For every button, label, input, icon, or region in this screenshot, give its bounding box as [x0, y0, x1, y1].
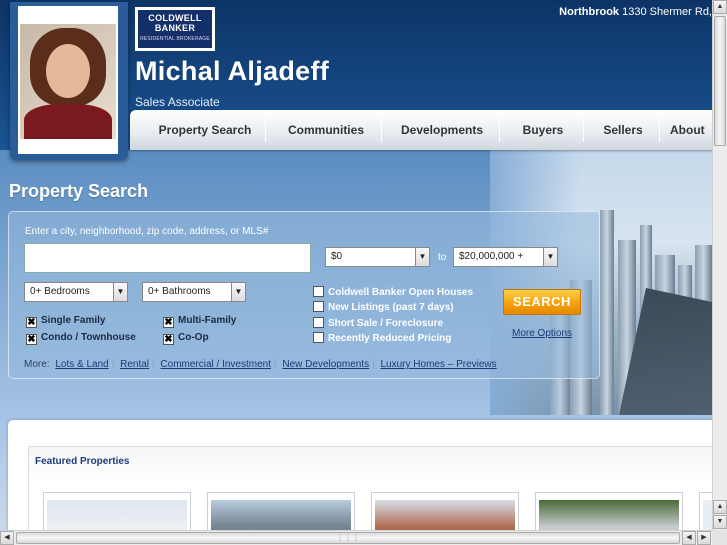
featured-properties-box: Featured Properties	[28, 446, 712, 530]
logo-line-1: COLDWELL	[148, 13, 202, 23]
dropdown-arrow-icon: ▼	[543, 248, 557, 266]
more-links-row: More: Lots & Land | Rental | Commercial / …	[24, 359, 497, 370]
filter-new-listings[interactable]: New Listings (past 7 days)	[313, 301, 454, 313]
logo-line-2: BANKER	[154, 23, 196, 33]
logo-line-3: RESIDENTIAL BROKERAGE	[140, 36, 210, 42]
nav-about[interactable]: About	[670, 110, 712, 150]
vertical-scrollbar[interactable]: ▲ ▲ ▼	[712, 0, 727, 530]
scroll-left-icon[interactable]: ◀	[0, 531, 14, 545]
agent-photo	[18, 6, 118, 154]
featured-property-thumb[interactable]	[371, 492, 519, 530]
type-label: Condo / Townhouse	[41, 332, 136, 343]
checkbox-unchecked[interactable]	[313, 332, 324, 343]
type-label: Single Family	[41, 315, 106, 326]
checkbox-unchecked[interactable]	[313, 317, 324, 328]
office-address: 1330 Shermer Rd,	[622, 6, 712, 18]
search-button[interactable]: SEARCH	[503, 289, 581, 315]
type-single-family[interactable]: ✖ Single Family	[26, 315, 105, 328]
scrollbar-corner	[712, 530, 727, 545]
price-min-select[interactable]: $0 ▼	[325, 247, 430, 267]
more-options-link[interactable]: More Options	[512, 328, 572, 339]
checkbox-checked-icon[interactable]: ✖	[26, 317, 37, 328]
scroll-up-icon[interactable]: ▲	[713, 0, 727, 14]
nav-property-search[interactable]: Property Search	[140, 110, 270, 150]
office-info: Northbrook 1330 Shermer Rd,	[559, 6, 712, 18]
filter-label: Coldwell Banker Open Houses	[328, 287, 474, 298]
more-link-lots-land[interactable]: Lots & Land	[55, 359, 108, 370]
price-max-value: $20,000,000 +	[459, 251, 524, 262]
dropdown-arrow-icon: ▼	[113, 283, 127, 301]
scroll-down-icon[interactable]: ▼	[713, 515, 727, 529]
price-to-label: to	[438, 252, 447, 263]
scroll-right-icon[interactable]: ▶	[697, 531, 711, 545]
more-link-commercial[interactable]: Commercial / Investment	[160, 359, 271, 370]
horizontal-scrollbar[interactable]: ◀ ⋮⋮⋮ ◀ ▶	[0, 530, 712, 545]
featured-property-thumb[interactable]	[699, 492, 712, 530]
bathrooms-value: 0+ Bathrooms	[148, 286, 211, 297]
checkbox-unchecked[interactable]	[313, 301, 324, 312]
type-label: Co-Op	[178, 332, 209, 343]
dropdown-arrow-icon: ▼	[231, 283, 245, 301]
filter-reduced-pricing[interactable]: Recently Reduced Pricing	[313, 332, 451, 344]
price-min-value: $0	[331, 251, 343, 262]
more-link-luxury-homes[interactable]: Luxury Homes – Previews	[381, 359, 497, 370]
coldwell-banker-logo[interactable]: COLDWELL BANKER RESIDENTIAL BROKERAGE	[135, 7, 215, 51]
checkbox-checked-icon[interactable]: ✖	[26, 334, 37, 345]
scroll-left-icon[interactable]: ◀	[682, 531, 696, 545]
price-max-select[interactable]: $20,000,000 + ▼	[453, 247, 558, 267]
bedrooms-select[interactable]: 0+ Bedrooms ▼	[24, 282, 128, 302]
search-hint: Enter a city, neighborhood, zip code, ad…	[25, 226, 269, 237]
more-link-rental[interactable]: Rental	[120, 359, 149, 370]
office-city: Northbrook	[559, 6, 620, 18]
nav-sellers[interactable]: Sellers	[588, 110, 658, 150]
more-label: More:	[24, 359, 50, 370]
type-label: Multi-Family	[178, 315, 237, 326]
nav-communities[interactable]: Communities	[270, 110, 382, 150]
type-co-op[interactable]: ✖ Co-Op	[163, 332, 209, 345]
type-condo-townhouse[interactable]: ✖ Condo / Townhouse	[26, 332, 136, 345]
main-nav: Property Search Communities Developments…	[130, 110, 712, 150]
featured-section: Featured Properties	[8, 420, 712, 530]
filter-label: New Listings (past 7 days)	[328, 302, 454, 313]
checkbox-checked-icon[interactable]: ✖	[163, 317, 174, 328]
nav-developments[interactable]: Developments	[386, 110, 498, 150]
more-link-new-developments[interactable]: New Developments	[282, 359, 369, 370]
agent-name: Michal Aljadeff	[135, 56, 330, 86]
featured-property-thumb[interactable]	[535, 492, 683, 530]
bathrooms-select[interactable]: 0+ Bathrooms ▼	[142, 282, 246, 302]
search-panel: Enter a city, neighborhood, zip code, ad…	[8, 211, 600, 379]
agent-photo-frame	[10, 2, 128, 160]
page-viewport: COLDWELL BANKER RESIDENTIAL BROKERAGE Mi…	[0, 0, 712, 530]
property-search-title: Property Search	[9, 181, 149, 201]
checkbox-unchecked[interactable]	[313, 286, 324, 297]
nav-buyers[interactable]: Buyers	[504, 110, 582, 150]
filter-short-sale[interactable]: Short Sale / Foreclosure	[313, 317, 443, 329]
vertical-scroll-thumb[interactable]	[714, 16, 726, 146]
horizontal-scroll-thumb[interactable]: ⋮⋮⋮	[16, 532, 680, 544]
filter-label: Recently Reduced Pricing	[328, 333, 452, 344]
featured-property-thumb[interactable]	[207, 492, 355, 530]
bedrooms-value: 0+ Bedrooms	[30, 286, 90, 297]
scroll-up-icon[interactable]: ▲	[713, 500, 727, 514]
dropdown-arrow-icon: ▼	[415, 248, 429, 266]
agent-title: Sales Associate	[135, 95, 220, 109]
featured-property-thumb[interactable]	[43, 492, 191, 530]
filter-label: Short Sale / Foreclosure	[328, 318, 444, 329]
type-multi-family[interactable]: ✖ Multi-Family	[163, 315, 236, 328]
featured-title: Featured Properties	[35, 456, 130, 467]
location-search-input[interactable]	[24, 243, 311, 273]
checkbox-checked-icon[interactable]: ✖	[163, 334, 174, 345]
filter-open-houses[interactable]: Coldwell Banker Open Houses	[313, 286, 473, 298]
